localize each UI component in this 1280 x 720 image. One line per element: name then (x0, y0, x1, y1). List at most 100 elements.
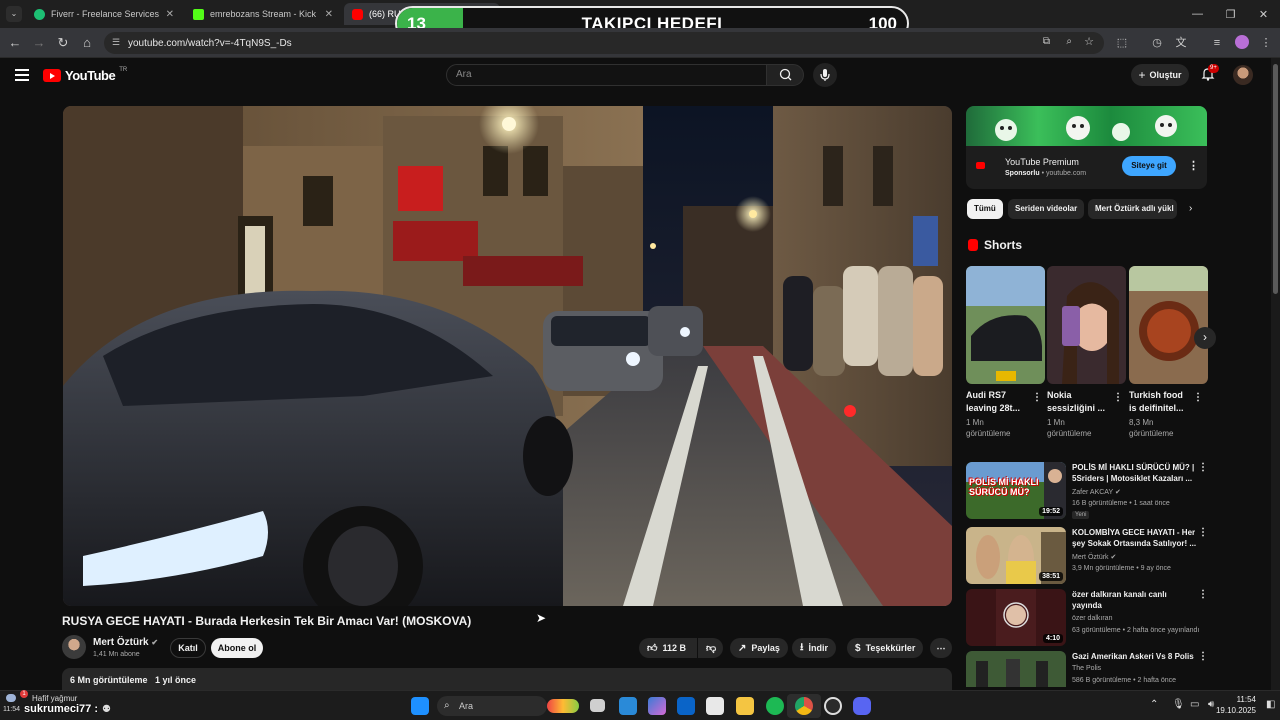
scrollbar-thumb[interactable] (1273, 64, 1278, 294)
home-icon[interactable]: ⌂ (79, 35, 95, 51)
short-item[interactable]: Audi RS7 leaving 28t... 1 Mn görüntüleme… (966, 266, 1045, 439)
fiverr-icon (34, 8, 45, 20)
search-input[interactable]: Ara (446, 64, 767, 86)
forward-icon[interactable]: → (31, 35, 47, 51)
download-button[interactable]: ⭳ İndir (792, 638, 836, 658)
minimize-icon[interactable]: — (1181, 0, 1214, 28)
install-app-icon[interactable]: ⧉ (1043, 36, 1050, 47)
recommended-video[interactable]: POLİS Mİ HAKLI SÜRÜCÜ MÜ? 19:52 POLİS Mİ… (966, 462, 1208, 520)
streamer-name: sukrumeci77 : (24, 703, 98, 715)
ad-title: YouTube Premium (1005, 157, 1079, 167)
thanks-button[interactable]: $ Teşekkürler (847, 638, 924, 658)
windows-start-icon[interactable] (411, 697, 429, 715)
channel-text: The Polis (1072, 665, 1102, 672)
ad-more-icon[interactable]: ⋮ (1188, 159, 1199, 172)
microphone-tray-icon[interactable]: 🎙︎ (1172, 699, 1185, 710)
video-player[interactable] (63, 106, 952, 606)
chip-channel-uploads[interactable]: Mert Öztürk adlı yükl (1088, 199, 1177, 219)
youtube-logo[interactable]: YouTube TR (43, 67, 127, 83)
tray-overflow-icon[interactable]: ⌃ (1150, 699, 1158, 710)
share-button[interactable]: ↗ Paylaş (730, 638, 788, 658)
thumbs-down-icon: 👎︎ (706, 643, 717, 654)
address-bar[interactable]: ☰ youtube.com/watch?v=-4TqN9S_-Ds ⧉ ⌕ ☆ (104, 32, 1104, 54)
site-info-icon[interactable]: ☰ (112, 37, 120, 48)
video-meta: 586 B görüntüleme • 2 hafta önce (1072, 677, 1177, 684)
profile-avatar[interactable] (1235, 35, 1249, 49)
task-view-icon[interactable] (590, 699, 605, 712)
back-icon[interactable]: ← (7, 35, 23, 51)
create-button[interactable]: + Oluştur (1131, 64, 1189, 86)
short-more-icon[interactable]: ⋮ (1032, 392, 1042, 403)
short-more-icon[interactable]: ⋮ (1113, 392, 1123, 403)
video-more-icon[interactable]: ⋮ (1198, 462, 1208, 473)
zoom-icon[interactable]: ⌕ (1066, 36, 1072, 47)
media-controls-icon[interactable]: ≡ (1210, 36, 1224, 50)
recommended-video[interactable]: Gazi Amerikan Askeri Vs 8 Polis The Poli… (966, 651, 1207, 687)
microsoft-store-icon[interactable] (706, 697, 724, 715)
search-button[interactable] (766, 64, 804, 86)
video-channel: Mert Öztürk ✔ (1072, 553, 1116, 561)
duration: 19:52 (1039, 507, 1063, 516)
shorts-next-button[interactable]: › (1194, 327, 1216, 349)
close-tab-icon[interactable]: ✕ (166, 9, 174, 20)
clock-time: 11:54 (1236, 695, 1256, 704)
channel-avatar[interactable] (62, 635, 86, 659)
close-tab-icon[interactable]: ✕ (325, 9, 333, 20)
subscribe-button[interactable]: Abone ol (211, 638, 263, 658)
thanks-label: Teşekkürler (865, 643, 916, 653)
taskbar-search[interactable]: ⌕ Ara (437, 696, 579, 716)
tab-title: emrebozans Stream - Kick Dash (210, 9, 319, 19)
tab-kick[interactable]: emrebozans Stream - Kick Dash ✕ (185, 3, 341, 25)
channel-name[interactable]: Mert Öztürk ✔ (93, 637, 158, 648)
network-icon[interactable]: ▭ (1190, 699, 1199, 710)
more-actions-button[interactable]: ⋯ (930, 638, 952, 658)
page-scrollbar[interactable] (1271, 58, 1280, 690)
copilot-icon[interactable] (648, 697, 666, 715)
voice-search-button[interactable] (813, 63, 837, 87)
volume-icon[interactable]: 🔊︎ (1208, 699, 1214, 710)
thumbnail-caption: POLİS Mİ HAKLI SÜRÜCÜ MÜ? (969, 477, 1039, 497)
recommended-video[interactable]: 38:51 KOLOMBİYA GECE HAYATI - Her şey So… (966, 527, 1208, 585)
discord-icon[interactable] (853, 697, 871, 715)
obs-icon[interactable] (824, 697, 842, 715)
chevron-right-icon[interactable]: › (1189, 203, 1192, 214)
extensions-icon[interactable]: ⬚ (1115, 36, 1129, 50)
tab-list-icon[interactable]: ⌄ (6, 6, 22, 22)
recommended-video[interactable]: 4:10 özer dalkıran kanalı canlı yayında … (966, 589, 1208, 647)
dislike-button[interactable]: 👎︎ (698, 638, 723, 658)
hamburger-menu-icon[interactable] (15, 69, 29, 81)
like-button[interactable]: 👍︎ 112 B (639, 638, 697, 658)
notification-center-icon[interactable]: ◧ (1266, 699, 1275, 710)
close-window-icon[interactable]: ✕ (1247, 0, 1280, 28)
short-item[interactable]: Nokia sessizliğini ... 1 Mn görüntüleme … (1047, 266, 1126, 439)
browser-menu-icon[interactable]: ⋮ (1259, 36, 1273, 50)
restore-icon[interactable]: ❐ (1214, 0, 1247, 28)
tab-fiverr[interactable]: Fiverr - Freelance Services Mark ✕ (26, 3, 182, 25)
plus-icon: + (1138, 68, 1146, 82)
account-avatar[interactable] (1233, 65, 1253, 85)
widgets-icon[interactable] (619, 697, 637, 715)
visit-site-button[interactable]: Siteye git (1122, 156, 1176, 176)
outlook-icon[interactable] (677, 697, 695, 715)
translate-icon[interactable]: 文 (1174, 36, 1188, 50)
join-button[interactable]: Katıl (170, 638, 206, 658)
video-more-icon[interactable]: ⋮ (1198, 589, 1208, 600)
upload-age: 1 yıl önce (155, 675, 197, 685)
chip-series[interactable]: Seriden videolar (1008, 199, 1085, 219)
weather-icon[interactable] (6, 694, 16, 702)
taskbar-clock[interactable]: 11:54 19.10.2025 (1216, 694, 1256, 716)
ad-card[interactable]: YouTube Premium Sponsorlu • youtube.com … (966, 106, 1207, 189)
history-icon[interactable]: ◷ (1150, 36, 1164, 50)
file-explorer-icon[interactable] (736, 697, 754, 715)
chip-all[interactable]: Tümü (967, 199, 1003, 219)
bookmark-star-icon[interactable]: ☆ (1084, 35, 1094, 48)
spotify-icon[interactable] (766, 697, 784, 715)
super-thanks-icon: $ (855, 642, 861, 654)
video-more-icon[interactable]: ⋮ (1198, 527, 1208, 538)
verified-icon: ✔ (1110, 554, 1117, 561)
short-more-icon[interactable]: ⋮ (1193, 392, 1203, 403)
video-more-icon[interactable]: ⋮ (1198, 651, 1207, 662)
video-thumbnail (966, 651, 1066, 687)
reload-icon[interactable]: ↻ (55, 35, 71, 51)
short-item[interactable]: Turkish food is deifinitel... 8,3 Mn gör… (1129, 266, 1208, 439)
